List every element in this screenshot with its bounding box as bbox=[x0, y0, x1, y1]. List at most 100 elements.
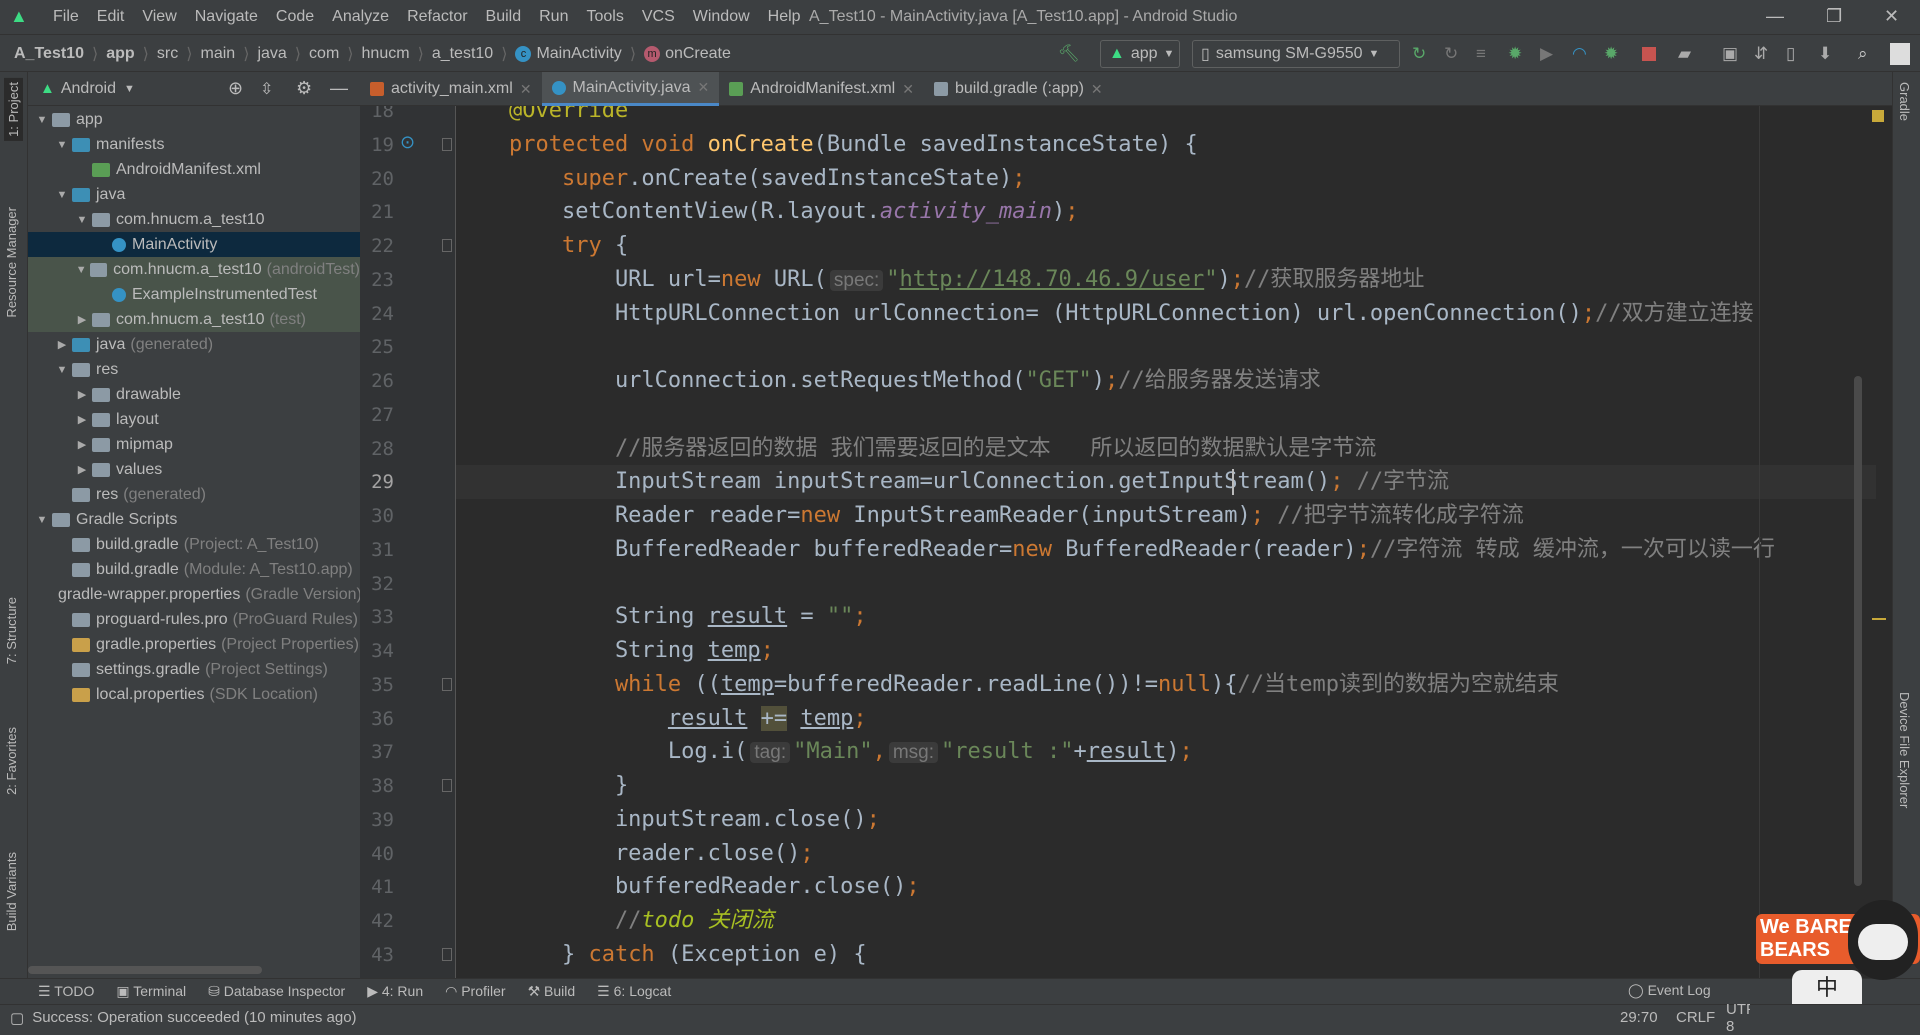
code-editor[interactable]: 18 19 20 21 22 23 24 25 26 27 28 29 30 31 32 33 34 35 36 37… bbox=[360, 106, 1892, 978]
tree-item[interactable]: ExampleInstrumentedTest bbox=[28, 282, 360, 307]
tree-item[interactable]: ▶ java (generated) bbox=[28, 332, 360, 357]
sdk-manager-icon[interactable]: ⬇ bbox=[1818, 44, 1832, 64]
file-encoding[interactable]: UTF-8 bbox=[1726, 1001, 1750, 1035]
expanded-arrow-icon[interactable]: ▼ bbox=[52, 364, 72, 376]
menu-tools[interactable]: Tools bbox=[577, 8, 632, 26]
tree-item[interactable]: AndroidManifest.xml bbox=[28, 157, 360, 182]
code-line[interactable]: InputStream inputStream=urlConnection.ge… bbox=[456, 465, 1876, 500]
tree-item[interactable]: build.gradle (Module: A_Test10.app) bbox=[28, 557, 360, 582]
code-line[interactable]: String result = ""; bbox=[456, 600, 1876, 634]
gear-icon[interactable]: ⚙ bbox=[296, 78, 312, 99]
tab-build-gradle-app-[interactable]: build.gradle (:app) ✕ bbox=[924, 72, 1113, 106]
tool-profiler-button[interactable]: ◠ Profiler bbox=[445, 983, 505, 1000]
menu-build[interactable]: Build bbox=[477, 8, 531, 26]
device-select[interactable]: ▯ samsung SM-G9550 ▼ bbox=[1192, 40, 1400, 68]
tree-item[interactable]: settings.gradle (Project Settings) bbox=[28, 657, 360, 682]
code-line[interactable]: reader.close(); bbox=[456, 837, 1876, 871]
breadcrumb-item[interactable]: com ⟩ bbox=[309, 44, 361, 64]
run-config-select[interactable]: ▲ app ▼ bbox=[1100, 40, 1180, 68]
tab-project[interactable]: 1: Project bbox=[4, 78, 23, 141]
collapsed-arrow-icon[interactable]: ▶ bbox=[72, 463, 92, 476]
fold-marker-icon[interactable] bbox=[442, 677, 452, 691]
tab-structure[interactable]: 7: Structure bbox=[4, 597, 19, 664]
menu-analyze[interactable]: Analyze bbox=[323, 8, 398, 26]
collapsed-arrow-icon[interactable]: ▶ bbox=[72, 388, 92, 401]
warning-marker[interactable] bbox=[1872, 618, 1886, 620]
tree-item[interactable]: ▶ layout bbox=[28, 407, 360, 432]
tool-todo-button[interactable]: ☰ TODO bbox=[38, 983, 94, 1000]
breadcrumb-item[interactable]: java ⟩ bbox=[257, 44, 309, 64]
close-tab-icon[interactable]: ✕ bbox=[698, 79, 710, 96]
expanded-arrow-icon[interactable]: ▼ bbox=[52, 189, 72, 201]
profile-icon[interactable]: ◠ bbox=[1572, 44, 1587, 64]
breadcrumb-item[interactable]: a_test10 ⟩ bbox=[432, 44, 516, 64]
collapsed-arrow-icon[interactable]: ▶ bbox=[72, 413, 92, 426]
run-icon[interactable]: ≡ bbox=[1476, 44, 1486, 64]
code-line[interactable]: BufferedReader bufferedReader=new Buffer… bbox=[456, 533, 1876, 567]
menu-refactor[interactable]: Refactor bbox=[398, 8, 476, 26]
avatar[interactable] bbox=[1890, 43, 1910, 65]
project-view-select[interactable]: Android bbox=[61, 80, 116, 98]
tree-item[interactable]: ▼ app bbox=[28, 107, 360, 132]
tab-device-file-explorer[interactable]: Device File Explorer bbox=[1897, 692, 1912, 808]
device-manager-icon[interactable]: ▯ bbox=[1786, 44, 1795, 64]
close-tab-icon[interactable]: ✕ bbox=[902, 81, 914, 98]
tree-item[interactable]: ▶ com.hnucm.a_test10 (test) bbox=[28, 307, 360, 332]
tree-item[interactable]: ▼ Gradle Scripts bbox=[28, 507, 360, 532]
code-line[interactable]: String temp; bbox=[456, 634, 1876, 668]
tree-item[interactable]: ▼ com.hnucm.a_test10 bbox=[28, 207, 360, 232]
code-line[interactable] bbox=[456, 398, 1876, 432]
close-tab-icon[interactable]: ✕ bbox=[1091, 81, 1103, 98]
line-separator[interactable]: CRLF bbox=[1676, 1009, 1715, 1026]
breadcrumb-item[interactable]: src ⟩ bbox=[157, 44, 201, 64]
menu-code[interactable]: Code bbox=[267, 8, 323, 26]
breadcrumb-item[interactable]: app ⟩ bbox=[106, 44, 157, 64]
tree-item[interactable]: local.properties (SDK Location) bbox=[28, 682, 360, 707]
code-line[interactable]: while ((temp=bufferedReader.readLine())!… bbox=[456, 668, 1876, 702]
expanded-arrow-icon[interactable]: ▼ bbox=[72, 214, 92, 226]
code-line[interactable]: bufferedReader.close(); bbox=[456, 870, 1876, 904]
menu-vcs[interactable]: VCS bbox=[633, 8, 684, 26]
tool-build-button[interactable]: ⚒ Build bbox=[528, 983, 576, 1000]
hide-icon[interactable]: — bbox=[330, 78, 348, 99]
menu-view[interactable]: View bbox=[133, 8, 185, 26]
debug-icon[interactable]: ✹ bbox=[1508, 44, 1522, 64]
code-line[interactable]: URL url=new URL(spec: "http://148.70.46.9… bbox=[456, 263, 1876, 297]
chevron-down-icon[interactable]: ▼ bbox=[124, 83, 135, 95]
code-line[interactable]: inputStream.close(); bbox=[456, 803, 1876, 837]
project-structure-icon[interactable]: ▰ bbox=[1678, 44, 1691, 64]
breadcrumb-item[interactable]: main ⟩ bbox=[201, 44, 258, 64]
tool-terminal-button[interactable]: ▣ Terminal bbox=[116, 983, 186, 1000]
attach-icon[interactable]: ✹ bbox=[1604, 44, 1618, 64]
collapsed-arrow-icon[interactable]: ▶ bbox=[72, 313, 92, 326]
code-line[interactable] bbox=[456, 330, 1876, 364]
code-line[interactable]: super.onCreate(savedInstanceState); bbox=[456, 162, 1876, 196]
close-button[interactable]: ✕ bbox=[1884, 6, 1899, 27]
code-line[interactable]: //服务器返回的数据 我们需要返回的是文本 所以返回的数据默认是字节流 bbox=[456, 432, 1876, 466]
expanded-arrow-icon[interactable]: ▼ bbox=[72, 264, 90, 276]
stop-icon[interactable] bbox=[1642, 47, 1656, 61]
menu-edit[interactable]: Edit bbox=[88, 8, 134, 26]
avd-manager-icon[interactable]: ▣ bbox=[1722, 44, 1738, 64]
restore-button[interactable]: ❐ bbox=[1826, 6, 1842, 27]
fold-marker-icon[interactable] bbox=[442, 948, 452, 961]
tool-4-run-button[interactable]: ▶ 4: Run bbox=[367, 983, 423, 1000]
apply-code-changes-icon[interactable]: ↻ bbox=[1444, 44, 1458, 64]
menu-navigate[interactable]: Navigate bbox=[186, 8, 267, 26]
tree-item[interactable]: ▶ values bbox=[28, 457, 360, 482]
code-line[interactable]: urlConnection.setRequestMethod("GET");//… bbox=[456, 364, 1876, 398]
tree-item[interactable]: proguard-rules.pro (ProGuard Rules) bbox=[28, 607, 360, 632]
cursor-position[interactable]: 29:70 bbox=[1620, 1009, 1658, 1026]
override-method-icon[interactable]: ⊙ bbox=[400, 132, 415, 153]
expanded-arrow-icon[interactable]: ▼ bbox=[32, 114, 52, 126]
menu-help[interactable]: Help bbox=[759, 8, 810, 26]
tab-resource-manager[interactable]: Resource Manager bbox=[4, 207, 19, 318]
code-line[interactable]: Log.i(tag: "Main", msg: "result :"+result); bbox=[456, 735, 1876, 769]
code-line[interactable]: //todo 关闭流 bbox=[456, 904, 1876, 938]
status-message[interactable]: Success: Operation succeeded (10 minutes… bbox=[32, 1009, 356, 1026]
breadcrumb-item[interactable]: m onCreate bbox=[644, 45, 731, 63]
fold-marker-icon[interactable] bbox=[442, 239, 452, 253]
menu-file[interactable]: File bbox=[44, 8, 88, 26]
minimize-button[interactable]: — bbox=[1766, 6, 1784, 27]
breadcrumb-item[interactable]: hnucm ⟩ bbox=[362, 44, 432, 64]
